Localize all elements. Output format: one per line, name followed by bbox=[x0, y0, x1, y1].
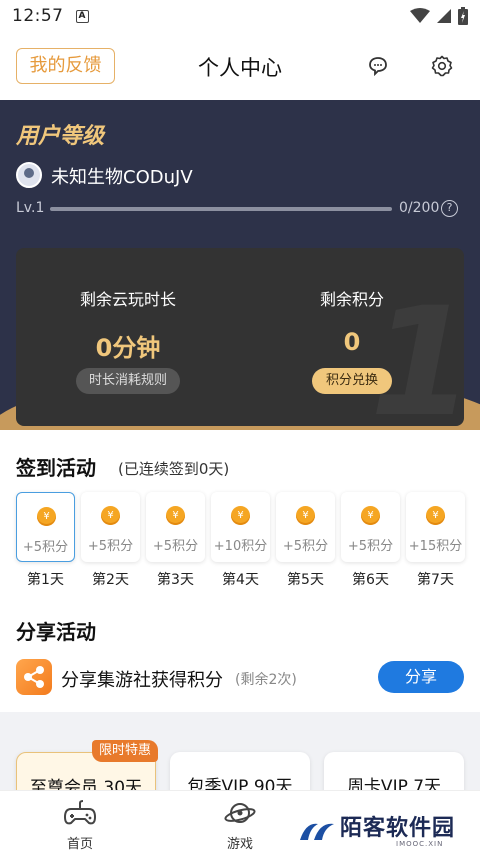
coin-icon: ¥ bbox=[166, 506, 185, 525]
signin-day-card[interactable]: ¥ +15积分 bbox=[406, 492, 465, 562]
signin-day-label: 第4天 bbox=[222, 572, 259, 588]
time-rule-button[interactable]: 时长消耗规则 bbox=[76, 368, 180, 394]
signin-day-card[interactable]: ¥ +5积分 bbox=[81, 492, 140, 562]
coin-icon: ¥ bbox=[231, 506, 250, 525]
remaining-points-label: 剩余积分 bbox=[319, 290, 384, 309]
signin-day-card[interactable]: ¥ +5积分 bbox=[16, 492, 75, 562]
signin-day-card[interactable]: ¥ +5积分 bbox=[341, 492, 400, 562]
vip-card-quarter-90[interactable]: 包季VIP 90天 bbox=[170, 752, 310, 790]
signin-day-label: 第6天 bbox=[352, 572, 389, 588]
signin-day-label: 第2天 bbox=[92, 572, 129, 588]
level-progress-bar bbox=[50, 207, 392, 211]
gamepad-icon bbox=[64, 800, 96, 825]
watermark-logo: 陌客软件园 IMOOC.XIN bbox=[296, 810, 480, 855]
activities-section: 签到活动 (已连续签到0天) ¥ +5积分第1天 ¥ +5积分第2天 ¥ +5积分第3天 ¥… bbox=[0, 430, 480, 712]
remaining-points-stat: 剩余积分 0 bbox=[240, 286, 464, 356]
username: 未知生物CODuJV bbox=[51, 167, 193, 188]
signin-day-card[interactable]: ¥ +5积分 bbox=[276, 492, 335, 562]
signin-day-points: +5积分 bbox=[22, 540, 69, 555]
signin-day-label: 第1天 bbox=[27, 572, 64, 588]
avatar[interactable] bbox=[16, 162, 42, 188]
page-title: 个人中心 bbox=[198, 56, 282, 80]
help-icon[interactable]: ? bbox=[441, 200, 458, 217]
signin-day-label: 第5天 bbox=[287, 572, 324, 588]
user-level-title: 用户等级 bbox=[16, 124, 105, 149]
sim-icon: A bbox=[75, 9, 89, 23]
signal-icon bbox=[437, 9, 451, 23]
signin-day-card[interactable]: ¥ +10积分 bbox=[211, 492, 270, 562]
share-title: 分享活动 bbox=[16, 620, 96, 644]
planet-icon bbox=[224, 803, 256, 823]
coin-icon: ¥ bbox=[361, 506, 380, 525]
remaining-time-label: 剩余云玩时长 bbox=[79, 290, 176, 309]
signin-day-points: +5积分 bbox=[87, 539, 134, 554]
coin-icon: ¥ bbox=[296, 506, 315, 525]
tab-games-label: 游戏 bbox=[226, 837, 253, 852]
status-icons bbox=[410, 7, 468, 25]
user-level-panel: 用户等级 未知生物CODuJV Lv.1 0/200 ? 1 剩余云玩时长 0分… bbox=[0, 100, 480, 430]
status-bar: 12:57 A bbox=[0, 0, 480, 32]
share-description: 分享集游社获得积分 bbox=[61, 670, 223, 691]
top-bar: 我的反馈 个人中心 bbox=[0, 32, 480, 100]
signin-day-card[interactable]: ¥ +5积分 bbox=[146, 492, 205, 562]
settings-gear-icon[interactable] bbox=[430, 54, 454, 78]
tab-home-label: 首页 bbox=[66, 837, 93, 852]
tab-games[interactable]: 游戏 bbox=[200, 799, 280, 852]
limited-offer-badge: 限时特惠 bbox=[92, 740, 158, 762]
vip-card-week-7[interactable]: 周卡VIP 7天 bbox=[324, 752, 464, 790]
wifi-icon bbox=[410, 8, 430, 23]
share-icon bbox=[16, 659, 52, 695]
stats-card: 1 剩余云玩时长 0分钟 剩余积分 0 时长消耗规则 积分兑换 bbox=[16, 248, 464, 426]
points-exchange-button[interactable]: 积分兑换 bbox=[312, 368, 392, 394]
watermark-subtext: IMOOC.XIN bbox=[396, 840, 444, 848]
vip-plans: 至尊会员 30天 限时特惠 包季VIP 90天 周卡VIP 7天 bbox=[0, 712, 480, 790]
watermark-icon bbox=[300, 823, 334, 840]
tab-home[interactable]: 首页 bbox=[40, 799, 120, 852]
signin-day-points: +10积分 bbox=[213, 539, 268, 554]
signin-day-points: +5积分 bbox=[347, 539, 394, 554]
signin-day-label: 第3天 bbox=[157, 572, 194, 588]
message-icon[interactable] bbox=[366, 54, 390, 78]
signin-day-points: +15积分 bbox=[408, 539, 463, 554]
remaining-time-stat: 剩余云玩时长 0分钟 bbox=[16, 286, 240, 363]
level-progress-text: 0/200 bbox=[399, 200, 440, 216]
signin-streak: (已连续签到0天) bbox=[118, 460, 230, 478]
share-remaining: (剩余2次) bbox=[235, 672, 297, 688]
coin-icon: ¥ bbox=[426, 506, 445, 525]
signin-day-points: +5积分 bbox=[152, 539, 199, 554]
signin-title: 签到活动 bbox=[16, 456, 96, 480]
battery-icon bbox=[458, 7, 468, 25]
remaining-points-value: 0 bbox=[343, 328, 361, 356]
share-button[interactable]: 分享 bbox=[378, 661, 464, 693]
signin-day-points: +5积分 bbox=[282, 539, 329, 554]
remaining-time-value: 0分钟 bbox=[95, 334, 161, 362]
level-label: Lv.1 bbox=[16, 200, 45, 216]
status-time: 12:57 bbox=[12, 6, 64, 26]
coin-icon: ¥ bbox=[37, 507, 56, 526]
coin-icon: ¥ bbox=[101, 506, 120, 525]
watermark-text: 陌客软件园 bbox=[340, 816, 456, 841]
signin-day-label: 第7天 bbox=[417, 572, 454, 588]
